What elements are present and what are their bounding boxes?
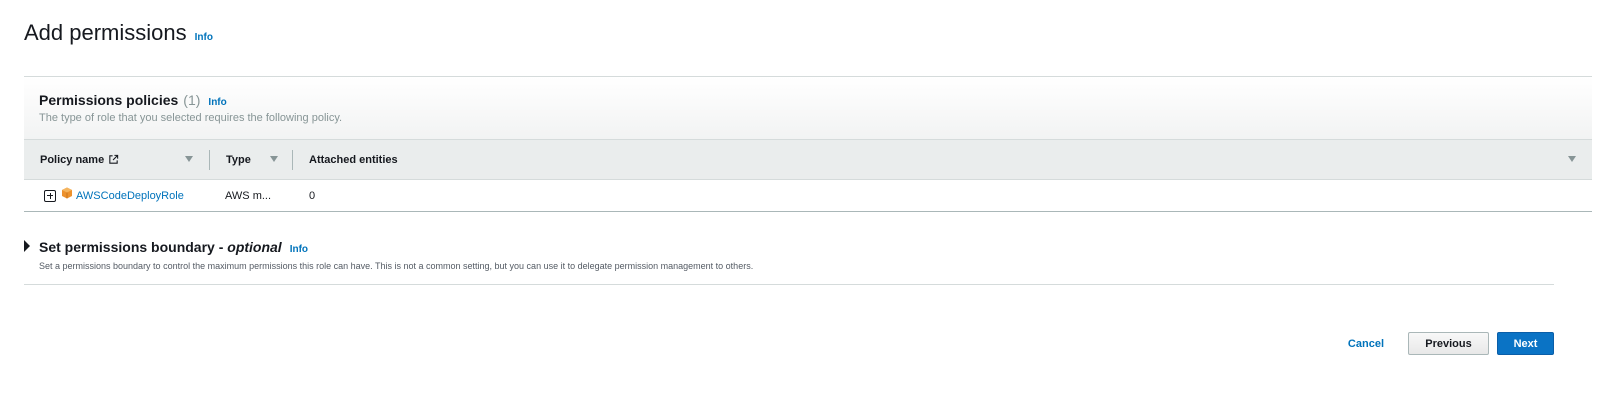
sort-down-icon[interactable] (1568, 155, 1576, 162)
page-title: Add permissions (24, 20, 187, 45)
column-attached-label: Attached entities (309, 153, 398, 166)
wizard-actions: Cancel Previous Next (1348, 332, 1554, 355)
column-policy-name[interactable]: Policy name (24, 140, 209, 180)
previous-button[interactable]: Previous (1408, 332, 1489, 355)
boundary-title-optional: optional (227, 239, 282, 255)
permissions-boundary-section: Set permissions boundary - optional Info… (24, 237, 1554, 285)
next-button[interactable]: Next (1497, 332, 1554, 355)
column-attached-entities[interactable]: Attached entities (293, 140, 1592, 180)
column-type[interactable]: Type (210, 140, 292, 180)
panel-title-row: Permissions policies (1) Info (39, 92, 1577, 108)
boundary-header[interactable]: Set permissions boundary - optional Info (24, 237, 1554, 255)
policies-info-link[interactable]: Info (208, 97, 226, 108)
aws-managed-policy-icon (62, 187, 72, 198)
boundary-info-link[interactable]: Info (290, 244, 308, 255)
permissions-policies-panel: Permissions policies (1) Info The type o… (24, 76, 1592, 212)
cell-policy-name: AWSCodeDeployRole (24, 187, 210, 202)
expand-plus-icon[interactable] (44, 189, 56, 202)
sort-down-icon[interactable] (185, 155, 193, 162)
panel-header: Permissions policies (1) Info The type o… (24, 77, 1592, 140)
panel-description: The type of role that you selected requi… (39, 112, 343, 124)
cell-type: AWS m... (225, 189, 272, 202)
cell-attached-entities: 0 (309, 189, 316, 202)
policy-name-link[interactable]: AWSCodeDeployRole (76, 190, 184, 202)
boundary-description: Set a permissions boundary to control th… (39, 261, 754, 271)
table-header: Policy name Type Attached entities (24, 140, 1592, 180)
column-policy-name-label: Policy name (40, 153, 105, 166)
panel-count: (1) (183, 92, 201, 108)
sort-down-icon[interactable] (270, 155, 278, 162)
boundary-title-main: Set permissions boundary - (39, 239, 228, 255)
cancel-button[interactable]: Cancel (1348, 338, 1384, 350)
table-row: AWSCodeDeployRole AWS m... 0 (24, 180, 1592, 212)
panel-title: Permissions policies (39, 92, 179, 108)
external-link-icon (109, 154, 119, 164)
column-type-label: Type (226, 153, 251, 166)
caret-right-icon[interactable] (24, 240, 30, 252)
page-header: Add permissions Info (24, 20, 213, 46)
page-info-link[interactable]: Info (195, 32, 213, 43)
boundary-title[interactable]: Set permissions boundary - optional (39, 239, 282, 255)
